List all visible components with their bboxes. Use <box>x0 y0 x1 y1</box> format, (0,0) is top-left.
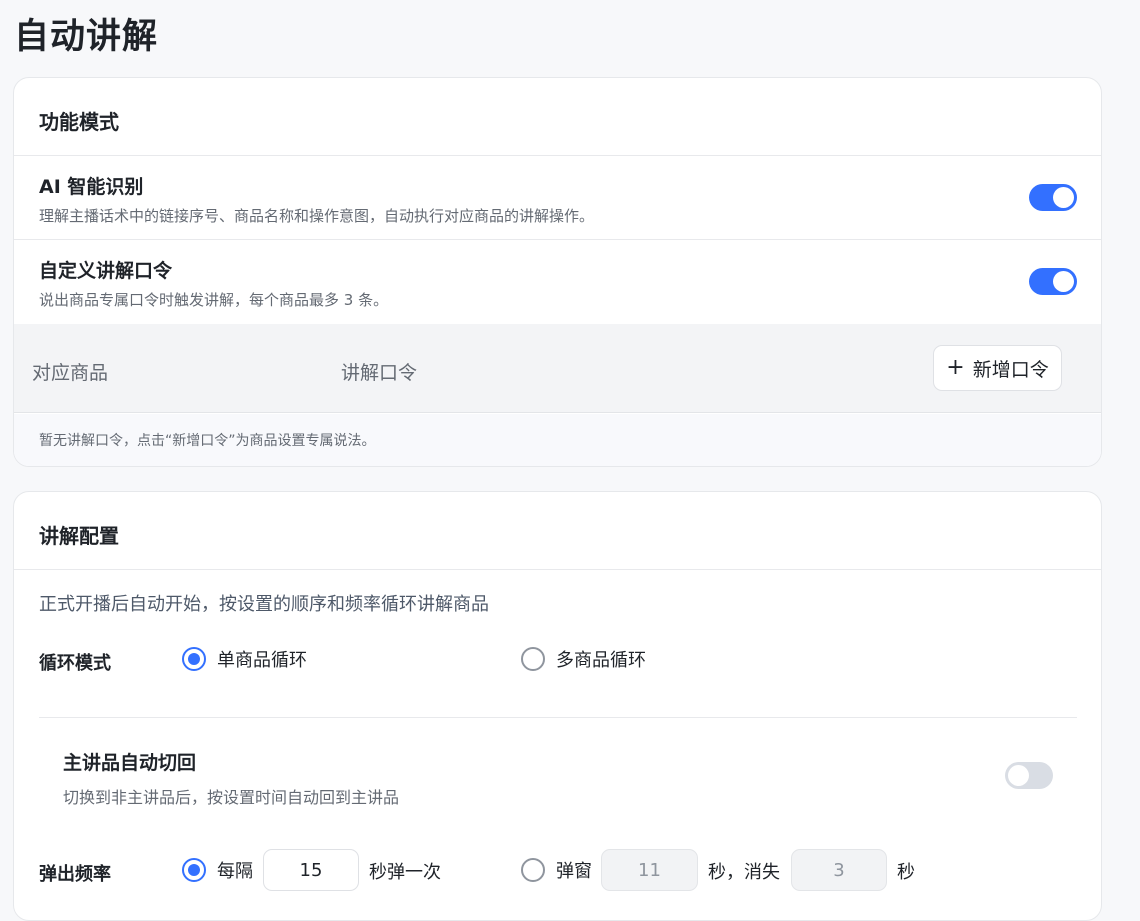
empty-state: 暂无讲解口令，点击“新增口令”为商品设置专属说法。 <box>14 414 1101 466</box>
toggle-knob <box>1008 765 1029 786</box>
main-switch-toggle[interactable] <box>1005 762 1053 789</box>
command-table-header: 对应商品 讲解口令 + 新增口令 <box>14 324 1101 413</box>
frequency-interval-prefix: 每隔 <box>217 861 253 882</box>
loop-single-radio[interactable]: 单商品循环 <box>182 646 307 672</box>
frequency-interval-radio[interactable]: 每隔 <box>182 857 253 883</box>
divider <box>39 717 1077 718</box>
config-card: 讲解配置 正式开播后自动开始，按设置的顺序和频率循环讲解商品 循环模式 单商品循… <box>13 491 1102 921</box>
ai-recognition-title: AI 智能识别 <box>39 176 144 198</box>
loop-single-label: 单商品循环 <box>217 650 307 671</box>
radio-circle <box>182 647 206 671</box>
loop-multi-label: 多商品循环 <box>556 650 646 671</box>
divider <box>14 155 1101 156</box>
plus-icon: + <box>946 355 965 380</box>
dismiss-seconds-input[interactable] <box>791 849 887 891</box>
main-switch-desc: 切换到非主讲品后，按设置时间自动回到主讲品 <box>63 788 400 807</box>
custom-command-desc: 说出商品专属口令时触发讲解，每个商品最多 3 条。 <box>39 291 389 309</box>
frequency-popup-radio[interactable]: 弹窗 <box>521 857 592 883</box>
interval-seconds-input[interactable] <box>263 849 359 891</box>
column-header-command: 讲解口令 <box>341 362 418 384</box>
mode-card-title: 功能模式 <box>39 110 119 134</box>
custom-command-toggle[interactable] <box>1029 268 1077 295</box>
column-header-product: 对应商品 <box>32 362 109 384</box>
config-intro: 正式开播后自动开始，按设置的顺序和频率循环讲解商品 <box>39 594 489 615</box>
dismiss-suffix: 秒 <box>897 862 915 883</box>
ai-recognition-desc: 理解主播话术中的链接序号、商品名称和操作意图，自动执行对应商品的讲解操作。 <box>39 207 595 225</box>
toggle-knob <box>1053 187 1074 208</box>
main-switch-title: 主讲品自动切回 <box>63 752 197 774</box>
divider <box>14 239 1101 240</box>
page-title: 自动讲解 <box>14 17 159 57</box>
add-command-label: 新增口令 <box>972 358 1049 381</box>
frequency-popup-prefix: 弹窗 <box>556 861 592 882</box>
radio-circle <box>521 647 545 671</box>
ai-recognition-toggle[interactable] <box>1029 184 1077 211</box>
popup-seconds-input[interactable] <box>601 849 698 891</box>
loop-multi-radio[interactable]: 多商品循环 <box>521 646 646 672</box>
interval-suffix: 秒弹一次 <box>369 862 441 883</box>
radio-circle <box>182 858 206 882</box>
add-command-button[interactable]: + 新增口令 <box>933 345 1062 391</box>
config-card-title: 讲解配置 <box>39 524 119 548</box>
radio-circle <box>521 858 545 882</box>
popup-mid-text: 秒，消失 <box>708 862 780 883</box>
mode-card: 功能模式 AI 智能识别 理解主播话术中的链接序号、商品名称和操作意图，自动执行… <box>13 77 1102 467</box>
empty-state-text: 暂无讲解口令，点击“新增口令”为商品设置专属说法。 <box>39 433 376 449</box>
loop-mode-label: 循环模式 <box>39 653 111 674</box>
divider <box>14 569 1101 570</box>
custom-command-title: 自定义讲解口令 <box>39 260 173 282</box>
toggle-knob <box>1053 271 1074 292</box>
frequency-label: 弹出频率 <box>39 864 111 885</box>
